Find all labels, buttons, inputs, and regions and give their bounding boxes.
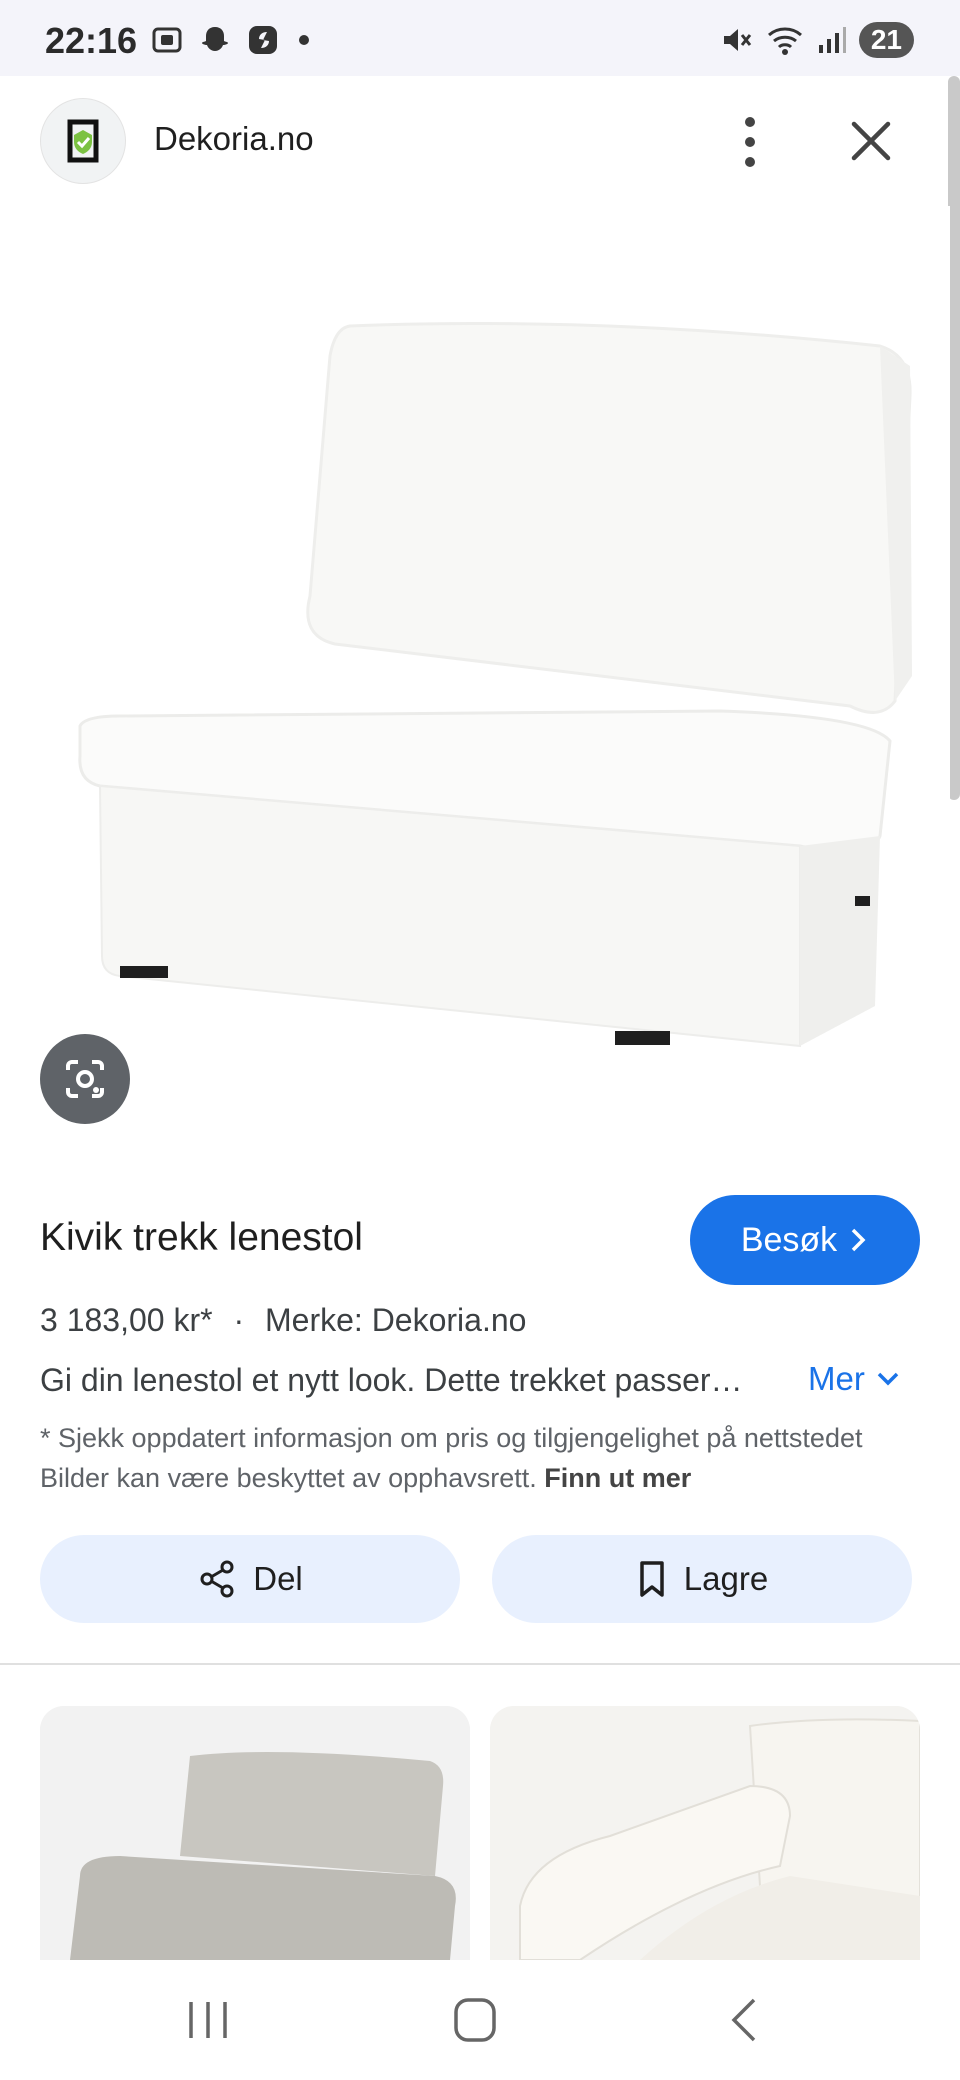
close-icon[interactable]	[846, 116, 896, 166]
result-header: Dekoria.no	[0, 76, 960, 206]
back-icon[interactable]	[726, 1994, 762, 2046]
google-lens-button[interactable]	[40, 1034, 130, 1124]
separator: ·	[233, 1302, 245, 1338]
signal-icon	[818, 27, 846, 53]
related-sofa-image	[490, 1706, 920, 1960]
recent-apps-icon[interactable]	[185, 1994, 231, 2046]
site-name[interactable]: Dekoria.no	[154, 120, 314, 158]
battery-level: 21	[858, 22, 914, 58]
share-button[interactable]: Del	[40, 1535, 460, 1623]
google-lens-icon	[66, 1060, 104, 1098]
more-button[interactable]: Mer	[808, 1360, 901, 1398]
price-brand-line: 3 183,00 kr* · Merke: Dekoria.no	[40, 1302, 526, 1339]
chevron-down-icon	[877, 1372, 899, 1386]
product-description: Gi din lenestol et nytt look. Dette trek…	[40, 1362, 743, 1398]
share-icon	[200, 1560, 234, 1598]
divider	[0, 1663, 960, 1665]
status-left-icons	[150, 22, 314, 58]
site-logo[interactable]	[40, 98, 126, 184]
disclaimer: * Sjekk oppdatert informasjon om pris og…	[40, 1418, 920, 1498]
mute-icon	[723, 29, 752, 51]
app-icon	[249, 26, 277, 54]
dekoria-logo-icon	[67, 119, 99, 163]
more-options-icon[interactable]	[726, 112, 774, 172]
product-image[interactable]	[0, 206, 950, 1156]
home-icon[interactable]	[452, 1994, 498, 2046]
chevron-right-icon	[851, 1228, 866, 1252]
snapchat-icon	[202, 27, 228, 51]
learn-more-link[interactable]: Finn ut mer	[544, 1463, 691, 1493]
product-price: 3 183,00 kr*	[40, 1302, 213, 1338]
visit-button[interactable]: Besøk	[690, 1195, 920, 1285]
related-image-2[interactable]	[490, 1706, 920, 1960]
status-bar: 22:16 21	[0, 0, 960, 76]
related-armchair-image	[40, 1706, 470, 1960]
more-label: Mer	[808, 1360, 865, 1397]
product-brand: Merke: Dekoria.no	[265, 1302, 527, 1338]
navigation-bar	[0, 1960, 960, 2080]
save-label: Lagre	[683, 1560, 769, 1597]
product-title: Kivik trekk lenestol	[40, 1216, 363, 1259]
bookmark-icon	[640, 1561, 664, 1597]
related-image-1[interactable]	[40, 1706, 470, 1960]
disclaimer-text: * Sjekk oppdatert informasjon om pris og…	[40, 1423, 863, 1493]
status-right-icons: 21	[719, 22, 914, 58]
share-label: Del	[253, 1560, 303, 1597]
wifi-icon	[767, 27, 802, 55]
screenshot-icon	[152, 27, 182, 53]
dot-icon	[299, 35, 309, 45]
status-time: 22:16	[45, 20, 138, 61]
save-button[interactable]: Lagre	[492, 1535, 912, 1623]
visit-label: Besøk	[740, 1220, 838, 1259]
